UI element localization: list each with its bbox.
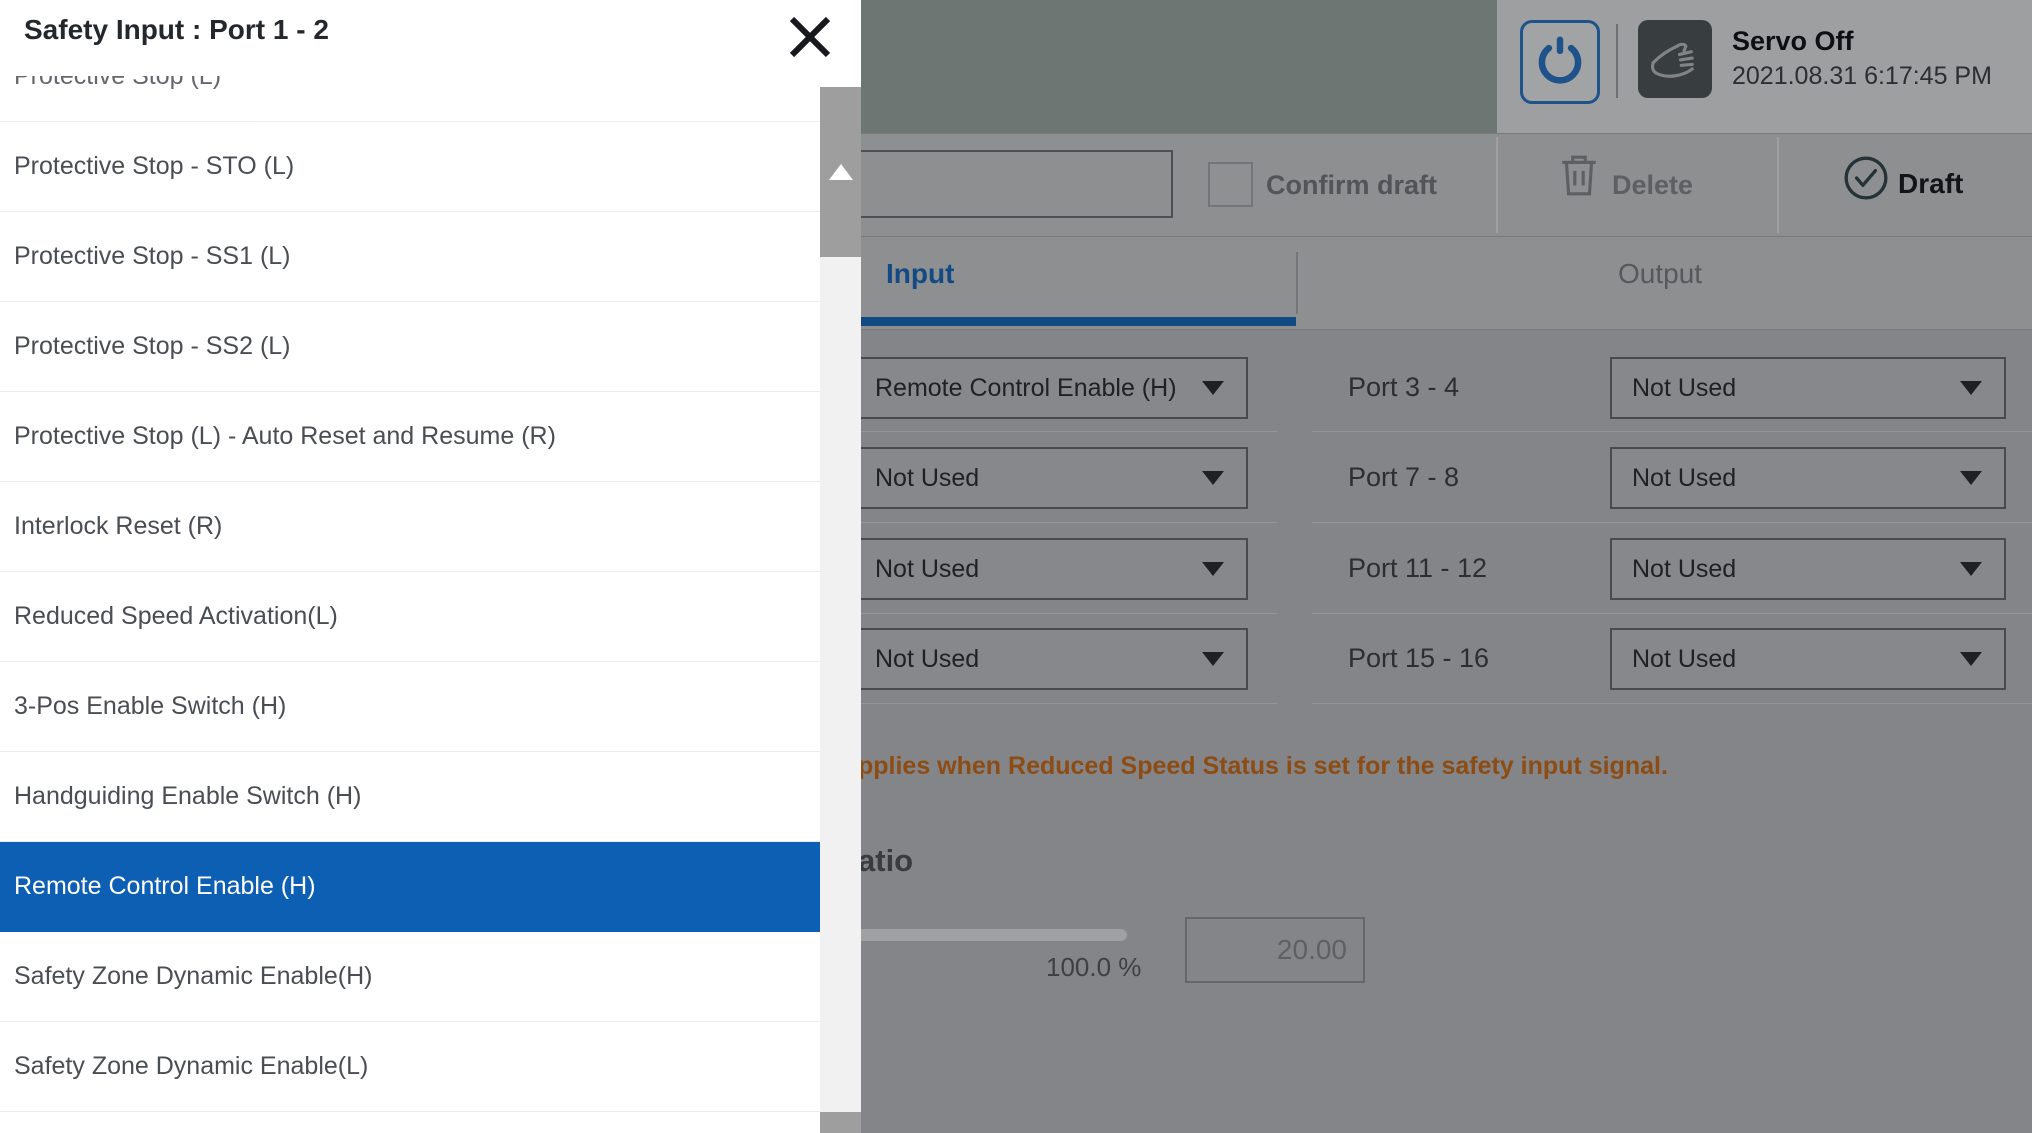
list-item-selected[interactable]: Remote Control Enable (H)	[0, 842, 820, 932]
list-item[interactable]: Protective Stop (L) - Auto Reset and Res…	[0, 392, 820, 482]
modal-title: Safety Input : Port 1 - 2	[24, 14, 329, 46]
list-item[interactable]: Interlock Reset (R)	[0, 482, 820, 572]
list-item[interactable]: Reduced Speed Activation(L)	[0, 572, 820, 662]
close-button[interactable]	[779, 6, 841, 68]
list-item[interactable]: 3-Pos Enable Switch (H)	[0, 662, 820, 752]
option-list: Protective Stop (L) Protective Stop - ST…	[0, 0, 820, 1133]
safety-input-modal: Protective Stop (L) Protective Stop - ST…	[0, 0, 861, 1133]
list-item[interactable]: Safety Zone Dynamic Enable(H)	[0, 932, 820, 1022]
modal-scrollbar-bottom[interactable]	[820, 1112, 861, 1133]
scroll-up-icon[interactable]	[829, 164, 853, 180]
list-item[interactable]: Protective Stop - STO (L)	[0, 122, 820, 212]
list-item[interactable]: Handguiding Enable Switch (H)	[0, 752, 820, 842]
close-icon	[783, 10, 837, 64]
screen: Servo Off 2021.08.31 6:17:45 PM Confirm …	[0, 0, 2032, 1133]
list-item[interactable]: Protective Stop - SS1 (L)	[0, 212, 820, 302]
modal-titlebar: Safety Input : Port 1 - 2	[0, 0, 861, 76]
list-item[interactable]: Protective Stop - SS2 (L)	[0, 302, 820, 392]
list-item[interactable]: Safety Zone Dynamic Enable(L)	[0, 1022, 820, 1112]
